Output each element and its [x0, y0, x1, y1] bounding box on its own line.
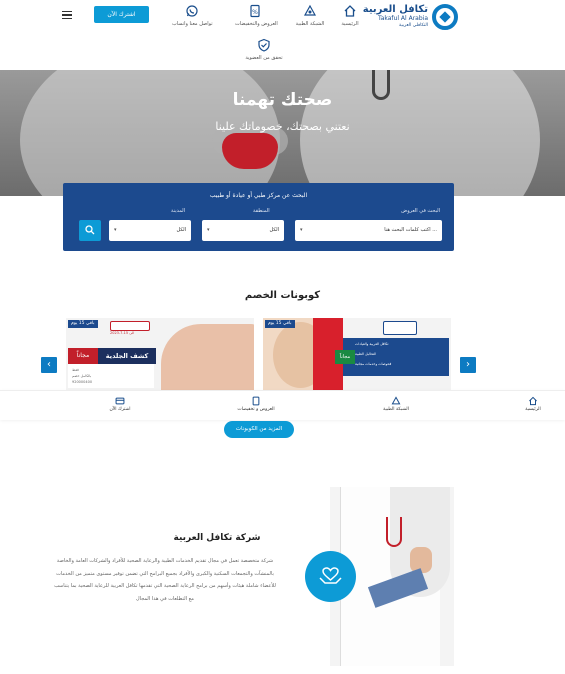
chevron-down-icon: ▾	[300, 227, 303, 233]
search-heading: البحث عن مركز طبي أو عيادة أو طبيب	[209, 192, 308, 199]
coupon-line: 920000400	[72, 380, 93, 384]
nav-membership-label: تحقق من العضوية	[245, 55, 283, 61]
carousel-prev-button[interactable]: ‹	[41, 357, 57, 373]
medical-network-icon	[303, 4, 317, 16]
nav-offers-label: العروض والتخفيضات	[235, 21, 278, 27]
logo[interactable]: تكافل العربية Takaful Al Arabia التكافلي…	[363, 4, 458, 32]
care-hands-icon	[319, 567, 342, 584]
search-button[interactable]	[79, 220, 101, 241]
bottom-nav-medical-network[interactable]: الشبكة الطبية	[366, 396, 426, 412]
about-badge	[305, 551, 356, 602]
nav-medical-network-label: الشبكة الطبية	[295, 21, 325, 27]
shield-check-icon	[258, 38, 270, 52]
coupon-free-badge: مجاناً	[335, 350, 355, 364]
logo-mark-icon	[432, 4, 458, 30]
coupon-clinic-logo	[383, 321, 417, 335]
nav-home[interactable]: الرئيسية	[330, 4, 370, 27]
logo-latin: Takaful Al Arabia	[378, 15, 428, 22]
hero-image-coat	[300, 70, 540, 196]
chevron-down-icon: ▾	[114, 227, 117, 233]
coupon-line: بالكامل خصم	[72, 374, 92, 378]
search-region-label: المنطقة	[253, 208, 270, 214]
search-keyword-value: اكتب كلمات البحث هنا ...	[384, 227, 437, 233]
coupons-title: كوبونات الخصم	[244, 290, 321, 301]
chevron-left-icon: ‹	[47, 359, 51, 370]
search-city-select[interactable]: ▾ الكل	[109, 220, 191, 241]
search-panel: البحث عن مركز طبي أو عيادة أو طبيب البحث…	[63, 183, 454, 251]
hero-title: صحتك تهمنا	[232, 90, 333, 110]
search-region-select[interactable]: ▾ الكل	[202, 220, 284, 241]
logo-tagline: التكافلي العربية	[399, 23, 428, 28]
about-text: شركة متخصصة تعمل في مجال تقديم الخدمات ا…	[54, 558, 276, 602]
carousel-next-button[interactable]: ›	[460, 357, 476, 373]
search-city-value: الكل	[176, 227, 186, 233]
medical-network-icon	[391, 396, 401, 405]
whatsapp-icon	[186, 5, 198, 17]
coupon-days-badge: باقي 15 يوم	[68, 320, 98, 328]
nav-whatsapp-label: تواصل معنا واتساب	[172, 21, 213, 27]
svg-text:%: %	[252, 9, 258, 16]
more-coupons-button[interactable]: المزيد من الكوبونات	[224, 421, 294, 438]
bottom-nav: الرئيسية الشبكة الطبية العروض و تخفيضات …	[0, 390, 565, 420]
coupon-headline: كشف الجلدية	[98, 348, 156, 364]
nav-whatsapp[interactable]: تواصل معنا واتساب	[172, 4, 213, 27]
nav-home-label: الرئيسية	[341, 21, 359, 27]
card-icon	[115, 397, 125, 405]
bottom-nav-offers[interactable]: العروض و تخفيضات	[226, 396, 286, 412]
coupon-date: 2023-7-15 الى	[110, 331, 135, 335]
home-icon	[344, 5, 356, 17]
home-icon	[529, 396, 537, 406]
coupon-line: فقط	[72, 368, 79, 372]
offers-icon: %	[250, 4, 260, 18]
bottom-nav-subscribe-label: اشترك الآن	[109, 407, 131, 412]
chevron-right-icon: ›	[466, 359, 470, 370]
coupon-days-badge: باقي 15 يوم	[265, 320, 295, 328]
hamburger-menu-icon[interactable]	[62, 11, 72, 20]
bottom-nav-offers-label: العروض و تخفيضات	[237, 407, 275, 412]
nav-medical-network[interactable]: الشبكة الطبية	[290, 4, 330, 27]
bottom-nav-medical-network-label: الشبكة الطبية	[383, 407, 409, 412]
logo-arabic: تكافل العربية	[362, 4, 428, 15]
coupon-line: فحوصات وخدمات مجانية	[355, 362, 392, 366]
coupon-line: التحاليل الطبية	[355, 352, 377, 356]
search-keyword-input[interactable]: ▾ اكتب كلمات البحث هنا ...	[295, 220, 442, 241]
bottom-nav-home-label: الرئيسية	[525, 407, 541, 412]
hero-banner: صحتك تهمنا نعتني بصحتك، خصوماتك علينا	[0, 70, 565, 196]
hero-subtitle: نعتني بصحتك، خصوماتك علينا	[215, 120, 350, 133]
about-title: شركة تكافل العربية	[173, 533, 261, 543]
nav-membership-check[interactable]: تحقق من العضوية	[234, 38, 294, 61]
search-city-label: المدينة	[171, 208, 186, 214]
bottom-nav-home[interactable]: الرئيسية	[503, 396, 563, 412]
search-icon	[85, 225, 95, 235]
coupon-free-badge: مجاناً	[68, 348, 98, 364]
bottom-nav-subscribe[interactable]: اشترك الآن	[90, 396, 150, 412]
offers-icon	[252, 396, 260, 406]
join-now-button[interactable]: اشترك الآن	[94, 6, 149, 23]
coupon-card[interactable]: باقي 15 يوم 2023-7-15 الى مجاناً كشف الج…	[66, 318, 254, 390]
chevron-down-icon: ▾	[207, 227, 210, 233]
hero-heart-image	[222, 133, 278, 169]
search-region-value: الكل	[269, 227, 279, 233]
coupon-image-arm	[161, 324, 254, 390]
coupon-line: تكافل العربية والعيادات	[355, 342, 389, 346]
nav-offers[interactable]: % العروض والتخفيضات	[235, 4, 278, 27]
about-image-stethoscope	[386, 517, 402, 547]
site-header: تكافل العربية Takaful Al Arabia التكافلي…	[0, 0, 565, 70]
coupon-clinic-logo	[110, 321, 150, 331]
coupon-card[interactable]: باقي 15 يوم مجاناً تكافل العربية والعياد…	[263, 318, 451, 390]
search-keyword-label: البحث في العروض	[401, 208, 440, 214]
